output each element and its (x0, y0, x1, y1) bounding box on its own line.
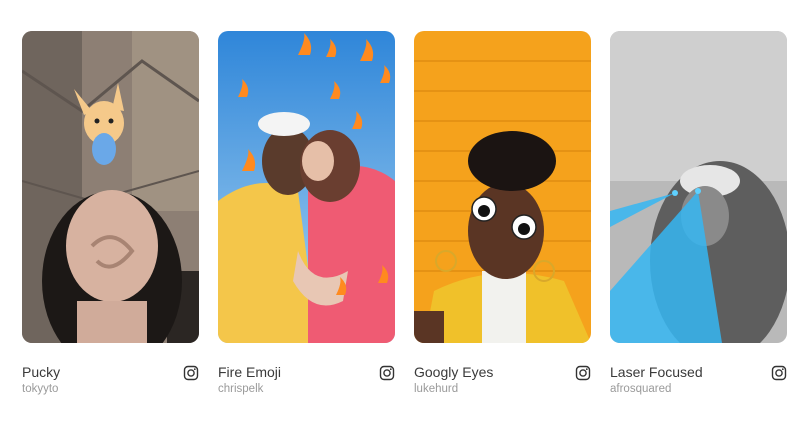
effect-preview-image[interactable] (22, 31, 199, 343)
effect-title: Fire Emoji (218, 364, 282, 380)
effect-preview-image[interactable] (610, 31, 787, 343)
googly-eyes-preview (414, 31, 591, 343)
fire-emoji-preview (218, 31, 395, 343)
effect-author[interactable]: tokyyto (22, 383, 58, 395)
effect-title: Laser Focused (610, 364, 703, 380)
effect-author[interactable]: afrosquared (610, 383, 671, 395)
instagram-icon[interactable] (575, 365, 591, 381)
effect-card-fire-emoji[interactable]: Fire Emoji chrispelk (218, 31, 395, 403)
effect-card-googly-eyes[interactable]: Googly Eyes lukehurd (414, 31, 591, 403)
effect-title: Pucky (22, 364, 61, 380)
effect-author[interactable]: lukehurd (414, 383, 458, 395)
instagram-icon[interactable] (183, 365, 199, 381)
effect-title: Googly Eyes (414, 364, 494, 380)
effect-card-laser-focused[interactable]: Laser Focused afrosquared (610, 31, 787, 403)
instagram-icon[interactable] (379, 365, 395, 381)
pucky-preview (22, 31, 199, 343)
effects-gallery: Pucky tokyyto Fire Emoji chrispelk Googl… (0, 0, 800, 433)
effect-preview-image[interactable] (218, 31, 395, 343)
instagram-icon[interactable] (771, 365, 787, 381)
effect-preview-image[interactable] (414, 31, 591, 343)
effect-card-pucky[interactable]: Pucky tokyyto (22, 31, 199, 403)
effect-author[interactable]: chrispelk (218, 383, 263, 395)
laser-focused-preview (610, 31, 787, 343)
